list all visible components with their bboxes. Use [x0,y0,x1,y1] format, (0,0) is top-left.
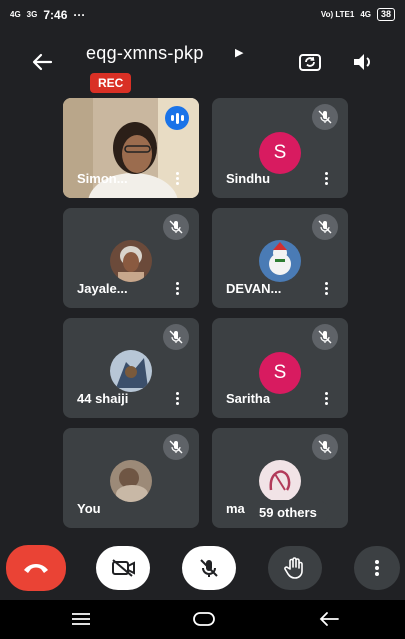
avatar [110,240,152,282]
recent-apps-button[interactable] [70,610,92,633]
participant-tile[interactable]: Simon... [63,98,199,198]
more-vert-icon[interactable] [320,390,332,406]
participant-name: Simon... [77,171,128,186]
avatar: S [259,352,301,394]
camera-off-icon [112,559,135,577]
participant-tile[interactable]: You [63,428,199,528]
more-vert-icon[interactable] [320,280,332,296]
mic-off-icon [200,559,218,577]
system-back-button[interactable] [318,610,340,633]
mic-off-icon [312,104,338,130]
recording-badge: REC [90,73,132,93]
switch-camera-button[interactable] [297,50,323,74]
more-vert-icon[interactable] [171,280,183,296]
end-call-button[interactable] [6,545,66,591]
notification-dots: ··· [73,8,86,22]
network-indicator-2: 3G [26,10,38,19]
speaker-icon [354,54,370,70]
mic-off-icon [163,214,189,240]
raise-hand-button[interactable] [268,546,322,590]
system-navigation-bar [0,600,405,639]
menu-icon [72,613,90,625]
mic-off-icon [163,434,189,460]
mic-off-icon [312,434,338,460]
home-button[interactable] [192,610,216,633]
back-button[interactable] [30,50,56,74]
avatar: S [259,132,301,174]
battery-indicator: 38 [376,8,395,21]
switch-camera-icon [299,54,321,71]
participant-name: ma [226,501,245,516]
camera-toggle-button[interactable] [96,546,150,590]
others-count-chip[interactable]: 59 others [247,500,329,525]
participant-tile[interactable]: Jayale... [63,208,199,308]
back-icon [319,612,339,626]
more-vert-icon[interactable] [171,170,183,186]
end-call-icon [24,564,48,573]
speaking-indicator-icon [165,106,189,130]
more-options-button[interactable] [354,546,400,590]
network-indicator-right: 4G [360,10,371,19]
participant-name: Jayale... [77,281,128,296]
avatar [110,460,152,502]
status-bar: 4G 3G 7:46 ··· Vo) LTE1 4G 38 [0,0,405,32]
meeting-details-arrow-icon[interactable]: ▶ [235,46,243,59]
mic-off-icon [312,214,338,240]
participant-tile[interactable]: S Sindhu [212,98,348,198]
more-vert-icon [375,560,379,576]
more-vert-icon[interactable] [320,170,332,186]
lte-indicator: Vo) LTE1 [320,10,355,19]
mic-off-icon [312,324,338,350]
participant-tile[interactable]: S Saritha [212,318,348,418]
participant-tile[interactable]: 44 shaiji [63,318,199,418]
avatar [259,460,301,502]
arrow-left-icon [32,53,53,71]
raise-hand-icon [284,557,303,579]
avatar [110,350,152,392]
participant-name: You [77,501,101,516]
network-indicator: 4G [10,10,21,19]
participant-tile[interactable]: DEVAN... [212,208,348,308]
participant-name: 44 shaiji [77,391,129,406]
mic-toggle-button[interactable] [182,546,236,590]
more-vert-icon[interactable] [171,390,183,406]
participant-name: DEVAN... [226,281,282,296]
participant-name: Sindhu [226,171,271,186]
mic-off-icon [163,324,189,350]
speaker-button[interactable] [350,50,376,74]
clock: 7:46 [43,8,68,22]
avatar [259,240,301,282]
meeting-code[interactable]: eqg-xmns-pkp [86,43,204,64]
participant-name: Saritha [226,391,271,406]
home-icon [193,612,215,626]
